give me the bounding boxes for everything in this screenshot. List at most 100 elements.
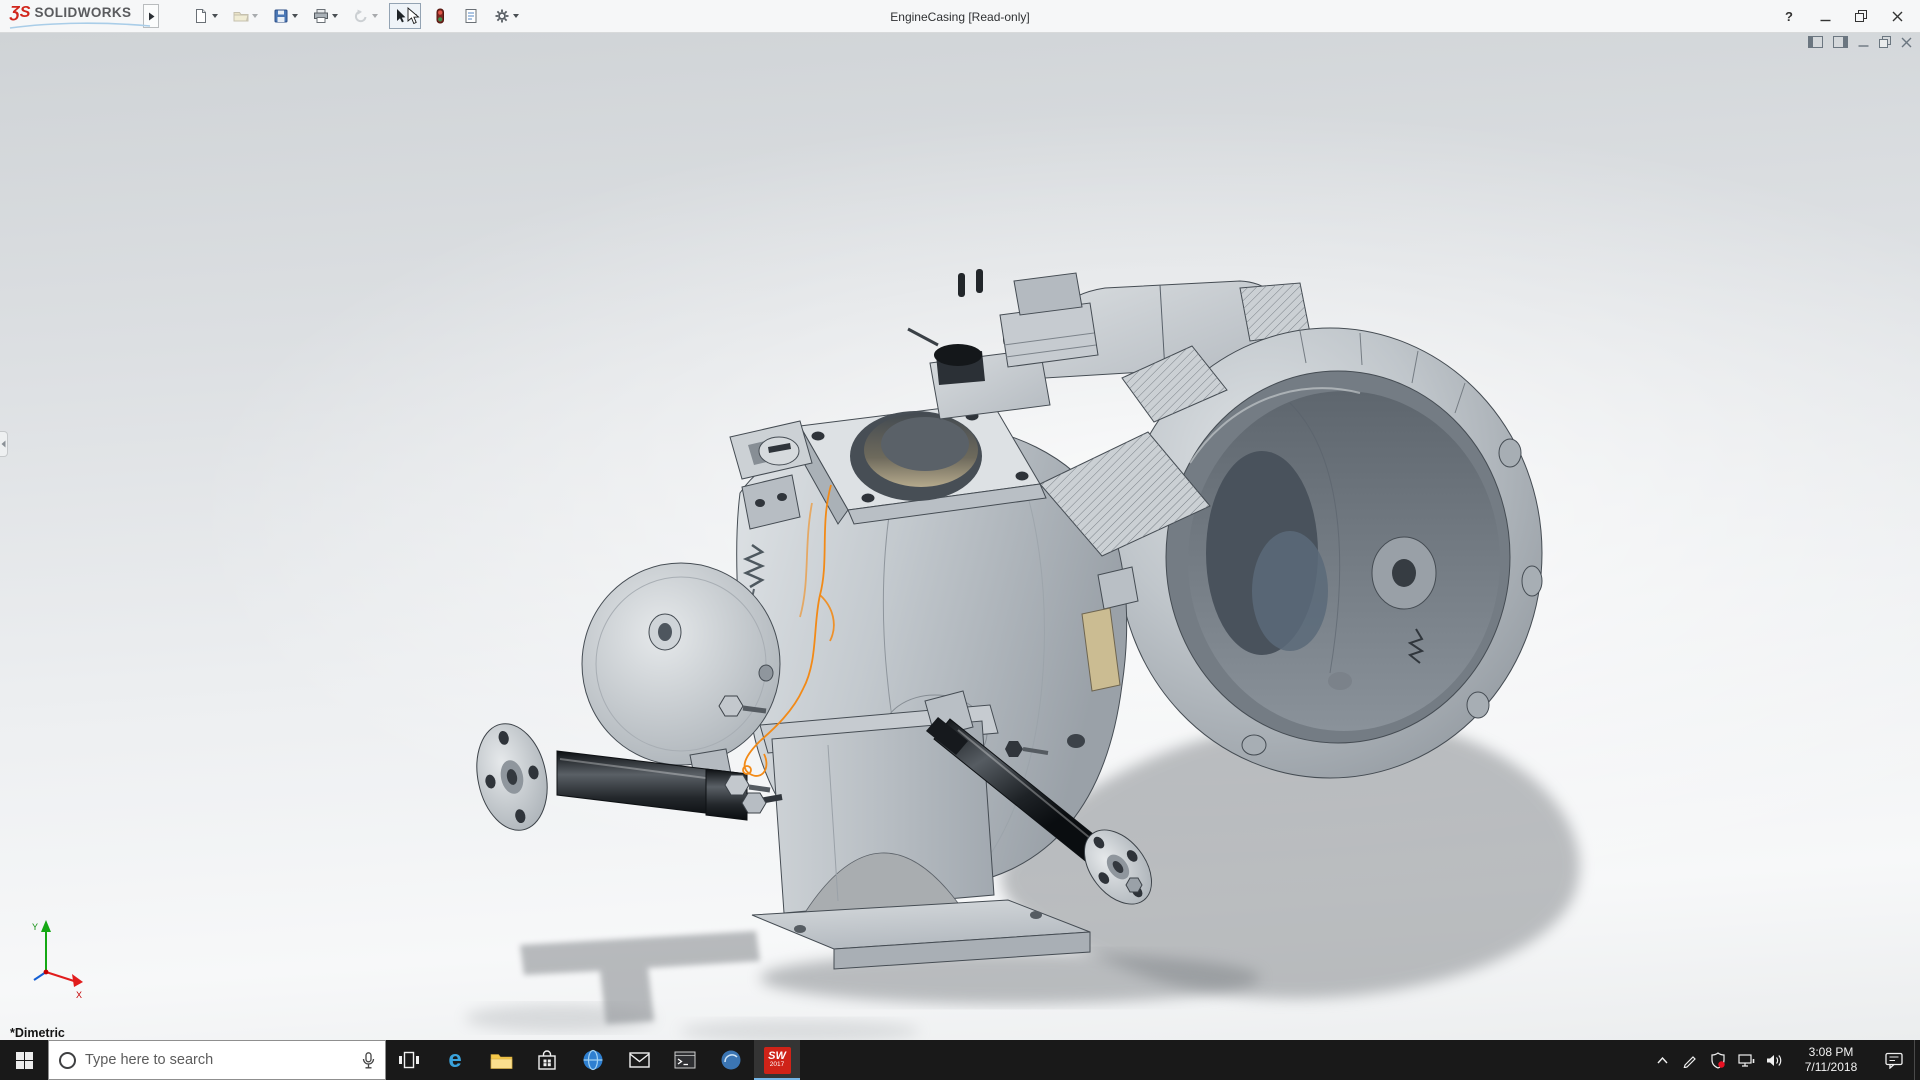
dropdown-caret (513, 14, 519, 18)
dropdown-caret (212, 14, 218, 18)
restore-icon (1855, 10, 1867, 22)
document-window-controls (1808, 36, 1912, 48)
save-floppy-icon (273, 8, 289, 24)
dropdown-caret (292, 14, 298, 18)
undo-button[interactable] (349, 3, 382, 29)
show-desktop-button[interactable] (1914, 1040, 1920, 1080)
tray-pen-button[interactable] (1676, 1040, 1704, 1080)
dropdown-caret (252, 14, 258, 18)
pane-right-button[interactable] (1833, 36, 1848, 48)
flyout-arrow-icon (148, 12, 155, 21)
open-button[interactable] (229, 3, 262, 29)
new-document-icon (193, 8, 209, 24)
pen-icon (1682, 1052, 1698, 1068)
dropdown-caret (332, 14, 338, 18)
task-view-button[interactable] (386, 1040, 432, 1080)
action-center-button[interactable] (1874, 1040, 1914, 1080)
browser-globe-icon (582, 1049, 604, 1071)
pane-left-button[interactable] (1808, 36, 1823, 48)
rebuild-traffic-light-icon (432, 8, 448, 24)
mail-envelope-icon (629, 1052, 650, 1068)
logo-swoosh (6, 21, 154, 29)
help-button[interactable]: ? (1774, 3, 1804, 29)
taskbar-app-solidworks[interactable]: SW 2017 (754, 1040, 800, 1080)
feature-manager-collapse-tab[interactable] (0, 431, 8, 457)
file-properties-icon (463, 8, 479, 24)
select-tool-button[interactable] (389, 3, 421, 29)
print-icon (313, 8, 329, 24)
triad-y-label: Y (32, 922, 38, 932)
ds-logo-glyph: ƷS (10, 4, 30, 22)
doc-minimize-icon (1858, 37, 1869, 48)
solidworks-logo: ƷS SOLIDWORKS (0, 0, 143, 32)
doc-minimize-button[interactable] (1858, 37, 1869, 48)
edge-icon: e (448, 1046, 461, 1074)
new-document-button[interactable] (189, 3, 222, 29)
start-button[interactable] (0, 1040, 48, 1080)
save-button[interactable] (269, 3, 302, 29)
taskbar: e (0, 1040, 1920, 1080)
rebuild-button[interactable] (428, 3, 452, 29)
doc-restore-icon (1879, 36, 1891, 48)
undo-arrow-icon (353, 8, 369, 24)
network-icon (1738, 1053, 1755, 1068)
tray-expand-button[interactable] (1648, 1040, 1676, 1080)
reference-triad: Y X (14, 914, 94, 1006)
microphone-icon[interactable] (362, 1052, 375, 1069)
cortana-icon (59, 1052, 76, 1069)
terminal-icon (674, 1051, 696, 1069)
minimize-icon (1820, 11, 1831, 22)
taskbar-search[interactable] (48, 1040, 386, 1080)
pane-right-icon (1833, 36, 1848, 48)
open-folder-icon (233, 8, 249, 24)
store-bag-icon (537, 1050, 557, 1071)
viewport-canvas[interactable]: Y X *Dimetric (0, 33, 1920, 1040)
taskbar-app-mail[interactable] (616, 1040, 662, 1080)
close-button[interactable] (1882, 3, 1912, 29)
task-view-icon (398, 1050, 420, 1070)
search-input[interactable] (85, 1052, 353, 1068)
window-controls: ? (1774, 3, 1920, 29)
taskbar-app-file-explorer[interactable] (478, 1040, 524, 1080)
options-gear-icon (494, 8, 510, 24)
pane-left-icon (1808, 36, 1823, 48)
windows-logo-icon (16, 1052, 33, 1069)
taskbar-app-browser[interactable] (570, 1040, 616, 1080)
dropdown-caret (372, 14, 378, 18)
triad-x-label: X (76, 990, 82, 1000)
quick-access-toolbar (189, 3, 523, 29)
doc-restore-button[interactable] (1879, 36, 1891, 48)
close-icon (1892, 11, 1903, 22)
app-circle-icon (720, 1049, 742, 1071)
chevron-up-icon (1657, 1057, 1668, 1064)
dropdown-caret (411, 14, 417, 18)
minimize-button[interactable] (1810, 3, 1840, 29)
document-title: EngineCasing [Read-only] (890, 0, 1029, 33)
tray-security-button[interactable] (1704, 1040, 1732, 1080)
engine-casing-model (0, 33, 1920, 1040)
tray-volume-button[interactable] (1760, 1040, 1788, 1080)
shield-icon (1710, 1052, 1726, 1069)
doc-close-icon (1901, 37, 1912, 48)
clock-time: 3:08 PM (1809, 1045, 1854, 1060)
view-orientation-label: *Dimetric (10, 1026, 65, 1040)
options-button[interactable] (490, 3, 523, 29)
doc-close-button[interactable] (1901, 37, 1912, 48)
solidworks-2017-icon: SW 2017 (764, 1047, 791, 1074)
taskbar-app-store[interactable] (524, 1040, 570, 1080)
tray-network-button[interactable] (1732, 1040, 1760, 1080)
taskbar-clock[interactable]: 3:08 PM 7/11/2018 (1788, 1040, 1874, 1080)
taskbar-app-circle[interactable] (708, 1040, 754, 1080)
print-button[interactable] (309, 3, 342, 29)
restore-button[interactable] (1846, 3, 1876, 29)
file-explorer-icon (490, 1051, 513, 1070)
system-tray: 3:08 PM 7/11/2018 (1648, 1040, 1920, 1080)
select-cursor-icon (393, 8, 408, 24)
taskbar-app-terminal[interactable] (662, 1040, 708, 1080)
file-properties-button[interactable] (459, 3, 483, 29)
chevron-left-icon (1, 440, 6, 448)
action-center-icon (1885, 1052, 1903, 1069)
titlebar: ƷS SOLIDWORKS (0, 0, 1920, 33)
taskbar-app-edge[interactable]: e (432, 1040, 478, 1080)
clock-date: 7/11/2018 (1805, 1060, 1858, 1075)
